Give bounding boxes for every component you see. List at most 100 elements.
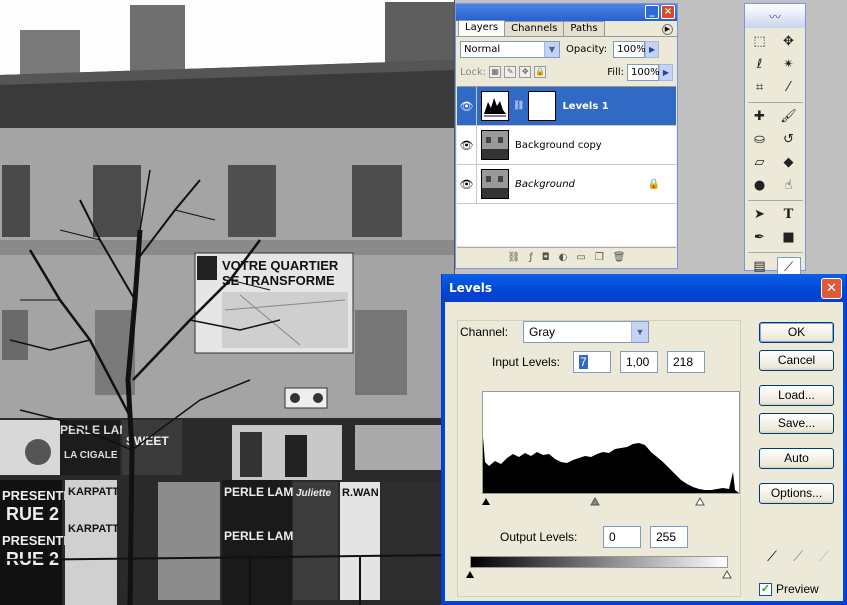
lock-transparency-icon[interactable]: ▦ (489, 66, 502, 78)
feather-logo-icon[interactable]: 〰 (745, 4, 805, 28)
load-button[interactable]: Load... (759, 385, 834, 406)
output-gradient (470, 556, 728, 568)
new-layer-icon[interactable]: ❐ (595, 252, 604, 263)
lock-image-icon[interactable]: ✎ (504, 66, 517, 78)
lock-position-icon[interactable]: ✥ (519, 66, 532, 78)
path-selection-tool-icon[interactable]: ➤ (748, 205, 772, 225)
close-button[interactable]: × (661, 5, 675, 19)
blend-mode-select[interactable]: Normal ▼ (460, 40, 560, 58)
checkmark-icon: ✓ (759, 582, 772, 596)
brush-tool-icon[interactable]: 🖌 (777, 107, 801, 127)
layer-thumbnail (481, 169, 509, 199)
black-eyedropper-icon[interactable]: ⟋ (763, 548, 781, 566)
layer-row-background[interactable]: 👁 Background 🔒 (457, 164, 676, 204)
layer-row-background-copy[interactable]: 👁 Background copy (457, 125, 676, 165)
save-button[interactable]: Save... (759, 413, 834, 434)
output-white-field[interactable]: 255 (650, 526, 688, 548)
input-black-value: 7 (579, 355, 588, 369)
input-levels-label: Input Levels: (492, 355, 561, 369)
options-button[interactable]: Options... (759, 483, 834, 504)
opacity-input[interactable]: 100% (613, 40, 646, 58)
eye-icon[interactable]: 👁 (457, 86, 477, 126)
svg-text:PERLE LAMA: PERLE LAMA (224, 529, 302, 543)
tab-layers[interactable]: Layers (458, 20, 506, 36)
add-mask-icon[interactable]: ◘ (542, 252, 550, 263)
svg-text:Juliette: Juliette (296, 488, 331, 499)
layer-name: Background copy (515, 139, 602, 151)
eye-icon[interactable]: 👁 (457, 125, 477, 165)
layers-palette: _ × Layers Channels Paths ▶ Normal ▼ Opa… (455, 3, 678, 269)
layer-style-icon[interactable]: ƒ (529, 252, 533, 263)
minimize-button[interactable]: _ (645, 5, 659, 19)
chevron-down-icon: ▼ (544, 41, 559, 57)
input-white-field[interactable]: 218 (667, 351, 705, 373)
gray-eyedropper-icon[interactable]: ⟋ (789, 548, 807, 566)
palette-tabs: Layers Channels Paths ▶ (456, 20, 677, 37)
layer-name: Levels 1 (562, 100, 609, 112)
output-levels-label: Output Levels: (500, 530, 578, 544)
marquee-tool-icon[interactable]: ⬚ (748, 32, 772, 52)
tab-paths[interactable]: Paths (563, 21, 605, 36)
levels-dialog-titlebar[interactable]: Levels ✕ (442, 274, 846, 302)
input-gamma-field[interactable]: 1,00 (620, 351, 658, 373)
svg-text:PRESENTE: PRESENTE (2, 533, 72, 548)
fill-input[interactable]: 100% (627, 63, 660, 81)
rectangle-tool-icon[interactable]: ■ (777, 228, 801, 248)
ok-button[interactable]: OK (759, 322, 834, 343)
palette-menu-icon[interactable]: ▶ (662, 24, 673, 35)
close-icon[interactable]: ✕ (821, 278, 842, 299)
levels-group: Channel: Gray ▼ Input Levels: 7 1,00 218… (457, 320, 741, 597)
move-tool-icon[interactable]: ✥ (777, 32, 801, 52)
lock-label: Lock: (460, 66, 487, 78)
layer-name: Background (515, 178, 575, 190)
link-icon[interactable]: ⛓ (513, 101, 524, 111)
svg-text:KARPATT: KARPATT (68, 523, 119, 535)
new-adjustment-layer-icon[interactable]: ◐ (559, 252, 568, 263)
eraser-tool-icon[interactable]: ▱ (748, 153, 772, 173)
input-black-field[interactable]: 7 (573, 351, 611, 373)
document-canvas[interactable]: VOTRE QUARTIER SE TRANSFORME PERLE LAMA … (0, 0, 455, 605)
svg-text:R.WAN: R.WAN (342, 487, 379, 499)
magic-wand-tool-icon[interactable]: ✴ (777, 55, 801, 75)
white-eyedropper-icon[interactable]: ⟋ (815, 548, 833, 566)
dialog-title: Levels (449, 281, 493, 295)
dodge-tool-icon[interactable]: ● (748, 176, 772, 196)
output-sliders[interactable] (466, 568, 736, 580)
input-sliders[interactable] (478, 495, 744, 507)
levels-adjustment-icon (481, 91, 509, 121)
levels-dialog: Levels ✕ Channel: Gray ▼ Input Levels: 7… (441, 274, 847, 605)
preview-checkbox[interactable]: ✓ Preview (759, 582, 819, 596)
healing-brush-tool-icon[interactable]: ✚ (748, 107, 772, 127)
trash-icon[interactable]: 🗑 (613, 252, 626, 263)
svg-text:RUE 2: RUE 2 (6, 504, 59, 524)
svg-text:PERLE LAMA: PERLE LAMA (224, 485, 302, 499)
tab-channels[interactable]: Channels (504, 21, 565, 36)
layer-list: 👁 ⛓ Levels 1 👁 Background copy 👁 Backgro… (457, 86, 676, 246)
paint-bucket-tool-icon[interactable]: ◆ (777, 153, 801, 173)
link-layers-icon[interactable]: ⛓ (507, 252, 520, 263)
svg-text:PRESENTE: PRESENTE (2, 488, 72, 503)
smudge-tool-icon[interactable]: ☝ (777, 176, 801, 196)
fill-slider-button[interactable]: ▶ (659, 63, 673, 81)
slice-tool-icon[interactable]: ⁄ (777, 78, 801, 98)
auto-button[interactable]: Auto (759, 448, 834, 469)
new-group-icon[interactable]: ▭ (576, 252, 585, 263)
pen-tool-icon[interactable]: ✒ (748, 228, 772, 248)
type-tool-icon[interactable]: T (777, 205, 801, 225)
lasso-tool-icon[interactable]: ℓ (748, 55, 772, 75)
layer-mask-thumbnail[interactable] (528, 91, 557, 121)
opacity-label: Opacity: (566, 43, 608, 55)
layer-row-levels-1[interactable]: 👁 ⛓ Levels 1 (457, 86, 676, 126)
clone-stamp-tool-icon[interactable]: ⛀ (748, 130, 772, 150)
output-black-field[interactable]: 0 (603, 526, 641, 548)
cancel-button[interactable]: Cancel (759, 350, 834, 371)
crop-tool-icon[interactable]: ⌗ (748, 78, 772, 98)
layers-palette-titlebar[interactable]: _ × (456, 4, 677, 21)
history-brush-tool-icon[interactable]: ↺ (777, 130, 801, 150)
layer-thumbnail (481, 130, 509, 160)
lock-all-icon[interactable]: 🔒 (534, 66, 547, 78)
channel-select[interactable]: Gray ▼ (523, 321, 649, 343)
eye-icon[interactable]: 👁 (457, 164, 477, 204)
svg-text:KARPATT: KARPATT (68, 486, 119, 498)
opacity-slider-button[interactable]: ▶ (645, 40, 660, 58)
